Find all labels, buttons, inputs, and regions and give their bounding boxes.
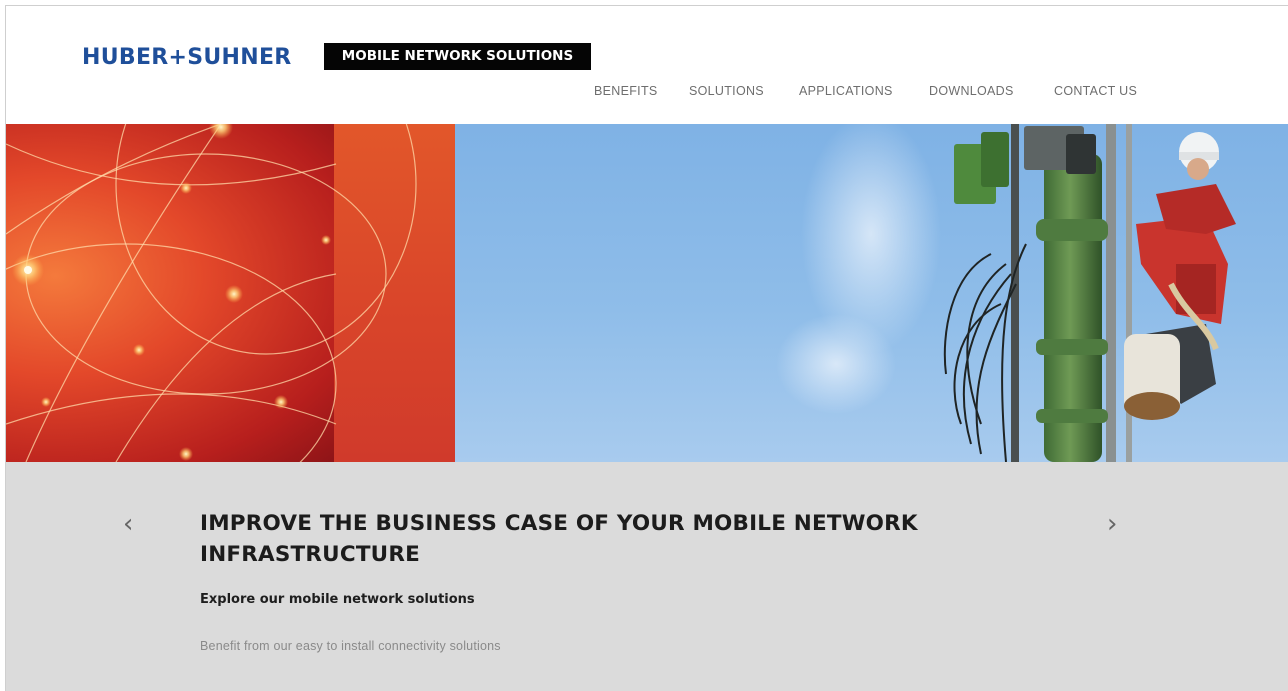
mobile-network-solutions-badge: MOBILE NETWORK SOLUTIONS xyxy=(324,43,591,70)
technician-figure xyxy=(1124,132,1236,420)
nav-item-solutions[interactable]: SOLUTIONS xyxy=(689,84,764,98)
fiber-light-arcs xyxy=(6,124,417,462)
hero-illustration xyxy=(6,124,1236,462)
page-frame: HUBER+SUHNER MOBILE NETWORK SOLUTIONS BE… xyxy=(5,5,1288,691)
nav-item-contact-us[interactable]: CONTACT US xyxy=(1054,84,1137,98)
nav-item-benefits[interactable]: BENEFITS xyxy=(594,84,658,98)
headline-line-1: IMPROVE THE BUSINESS CASE OF YOUR MOBILE… xyxy=(200,511,918,536)
site-header: HUBER+SUHNER MOBILE NETWORK SOLUTIONS BE… xyxy=(6,6,1288,124)
nav-item-applications[interactable]: APPLICATIONS xyxy=(799,84,893,98)
hero-banner xyxy=(6,124,1288,462)
slide-subheading: Explore our mobile network solutions xyxy=(200,592,475,607)
nav-item-downloads[interactable]: DOWNLOADS xyxy=(929,84,1014,98)
headline-line-2: INFRASTRUCTURE xyxy=(200,542,420,567)
carousel-prev-icon[interactable]: ‹ xyxy=(123,509,133,539)
slide-description: Benefit from our easy to install connect… xyxy=(200,639,501,653)
slide-content: ‹ IMPROVE THE BUSINESS CASE OF YOUR MOBI… xyxy=(6,462,1288,691)
slide-headline: IMPROVE THE BUSINESS CASE OF YOUR MOBILE… xyxy=(200,508,1000,570)
carousel-next-icon[interactable]: › xyxy=(1107,509,1117,539)
huber-suhner-logo[interactable]: HUBER+SUHNER xyxy=(82,44,292,72)
fiber-light-points xyxy=(12,124,331,461)
main-nav: BENEFITS SOLUTIONS APPLICATIONS DOWNLOAD… xyxy=(6,84,1288,102)
